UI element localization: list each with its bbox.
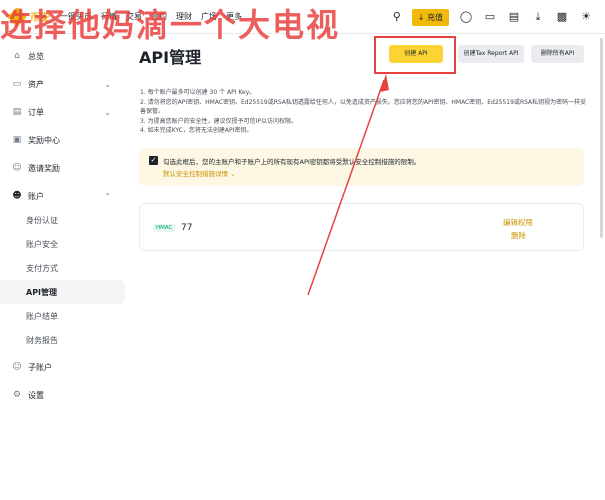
sidebar-item-rewards[interactable]: ▣ 奖励中心 — [0, 128, 125, 152]
theme-icon[interactable]: ☀ — [579, 10, 593, 24]
sidebar-item-settings[interactable]: ⚙ 设置 — [0, 383, 125, 407]
deposit-button[interactable]: ↓ 充值 — [411, 8, 449, 26]
api-instructions: 1. 每个账户最多可以创建 30 个 API Key。 2. 请勿将您的API密… — [140, 88, 590, 136]
nav-item-markets[interactable]: 行情 — [101, 11, 117, 22]
chevron-down-icon: ⌄ — [104, 79, 111, 89]
sidebar-item-label: 设置 — [28, 390, 44, 400]
sidebar-subitem-api-management[interactable]: API管理 — [0, 280, 125, 304]
orders-icon[interactable]: ▤ — [507, 10, 521, 24]
security-details-link[interactable]: 默认安全控制措施详情 ⌄ — [163, 168, 236, 178]
security-control-checkbox[interactable]: ✓ — [149, 156, 158, 165]
language-icon[interactable]: ▩ — [555, 10, 569, 24]
instruction-line: 1. 每个账户最多可以创建 30 个 API Key。 — [140, 89, 256, 96]
nav-item-square[interactable]: 广场 — [201, 11, 217, 22]
referral-icon: ☺ — [12, 163, 22, 173]
chevron-up-icon: ⌃ — [104, 191, 111, 201]
page-title: API管理 — [139, 48, 202, 67]
sidebar-item-label: 子账户 — [28, 362, 52, 372]
sidebar-subitem-reports[interactable]: 财务报告 — [0, 328, 125, 352]
search-icon[interactable]: ⚲ — [390, 10, 404, 24]
sidebar-item-label: 总览 — [28, 51, 44, 61]
binance-logo-icon — [7, 6, 27, 27]
delete-api-link[interactable]: 删除 — [511, 230, 526, 241]
wallet-icon[interactable]: ▭ — [483, 10, 497, 24]
sidebar-item-orders[interactable]: ▤ 订单 ⌄ — [0, 100, 125, 124]
wallet-icon: ▭ — [12, 79, 22, 89]
nav-actions: ⚲ ↓ 充值 ◯ ▭ ▤ ⤓ ▩ ☀ — [380, 0, 593, 34]
sidebar-item-referral[interactable]: ☺ 邀请奖励 — [0, 156, 125, 180]
nav-item-earn[interactable]: 理财 — [176, 11, 192, 22]
deposit-label: 充值 — [427, 12, 443, 22]
home-icon: ⌂ — [14, 51, 20, 61]
sidebar-item-assets[interactable]: ▭ 资产 ⌄ — [0, 72, 125, 96]
account-icon: ☻ — [12, 191, 22, 201]
instruction-line: 2. 请勿将您的API密钥、HMAC密钥、Ed25519或RSA私钥透露给任何人… — [140, 98, 587, 116]
brand-name: 币安 — [30, 13, 50, 24]
top-navbar: 币安 一键买币 行情 交易 合约 理财 广场 更多 ⚲ ↓ 充值 ◯ ▭ ▤ ⤓… — [0, 0, 605, 34]
api-key-name: 77 — [181, 223, 193, 233]
sidebar-item-label: 订单 — [28, 107, 44, 117]
sidebar-subitem-security[interactable]: 账户安全 — [0, 232, 125, 256]
download-icon[interactable]: ⤓ — [531, 10, 545, 24]
sidebar: ⌂ 总览 ▭ 资产 ⌄ ▤ 订单 ⌄ ▣ 奖励中心 ☺ 邀请奖励 ☻ 账户 ⌃ … — [0, 34, 125, 500]
nav-item-buy-crypto[interactable]: 一键买币 — [60, 11, 92, 22]
instruction-line: 4. 如未完成KYC，您将无法创建API密钥。 — [140, 127, 253, 134]
create-api-button[interactable]: 创建 API — [389, 45, 443, 63]
sidebar-item-dashboard[interactable]: ⌂ 总览 — [0, 44, 125, 68]
settings-icon: ⚙ — [12, 390, 22, 400]
logo[interactable]: 币安 — [7, 6, 50, 27]
sidebar-item-label: 资产 — [28, 79, 44, 89]
sidebar-subitem-payment[interactable]: 支付方式 — [0, 256, 125, 280]
instruction-line: 3. 为提高您账户的安全性，建议仅授予可信IP以访问权限。 — [140, 117, 298, 125]
edit-permissions-link[interactable]: 编辑权限 — [503, 217, 533, 228]
notice-text: 勾选此框后，您的主账户和子账户上的所有现有API密钥都将受默认安全控制措施的限制… — [163, 158, 421, 166]
delete-all-api-button[interactable]: 删除所有API — [531, 45, 584, 63]
sidebar-item-subaccount[interactable]: ☺ 子账户 — [0, 355, 125, 379]
sidebar-item-account[interactable]: ☻ 账户 ⌃ — [0, 184, 125, 208]
sidebar-item-label: 奖励中心 — [28, 135, 60, 145]
sidebar-subitem-identity[interactable]: 身份认证 — [0, 208, 125, 232]
sidebar-item-label: 账户 — [28, 191, 44, 201]
nav-item-futures[interactable]: 合约 — [151, 11, 167, 22]
sidebar-subitem-statements[interactable]: 账户结单 — [0, 304, 125, 328]
sidebar-item-label: 邀请奖励 — [28, 163, 60, 173]
rewards-icon: ▣ — [12, 135, 22, 145]
scrollbar[interactable] — [600, 38, 603, 238]
subaccount-icon: ☺ — [12, 362, 22, 372]
nav-item-more[interactable]: 更多 — [226, 11, 242, 22]
nav-menu: 一键买币 行情 交易 合约 理财 广场 更多 — [60, 11, 251, 22]
api-key-card: HMAC 77 编辑权限 删除 — [139, 203, 584, 251]
key-type-badge: HMAC — [153, 224, 176, 232]
orders-icon: ▤ — [12, 107, 22, 117]
security-details-link-label: 默认安全控制措施详情 — [163, 170, 228, 178]
chevron-down-icon: ⌄ — [104, 107, 111, 117]
user-icon[interactable]: ◯ — [459, 10, 473, 24]
create-tax-report-api-button[interactable]: 创建Tax Report API — [458, 45, 524, 63]
security-notice: ✓ 勾选此框后，您的主账户和子账户上的所有现有API密钥都将受默认安全控制措施的… — [139, 148, 584, 186]
nav-item-trade[interactable]: 交易 — [126, 11, 142, 22]
